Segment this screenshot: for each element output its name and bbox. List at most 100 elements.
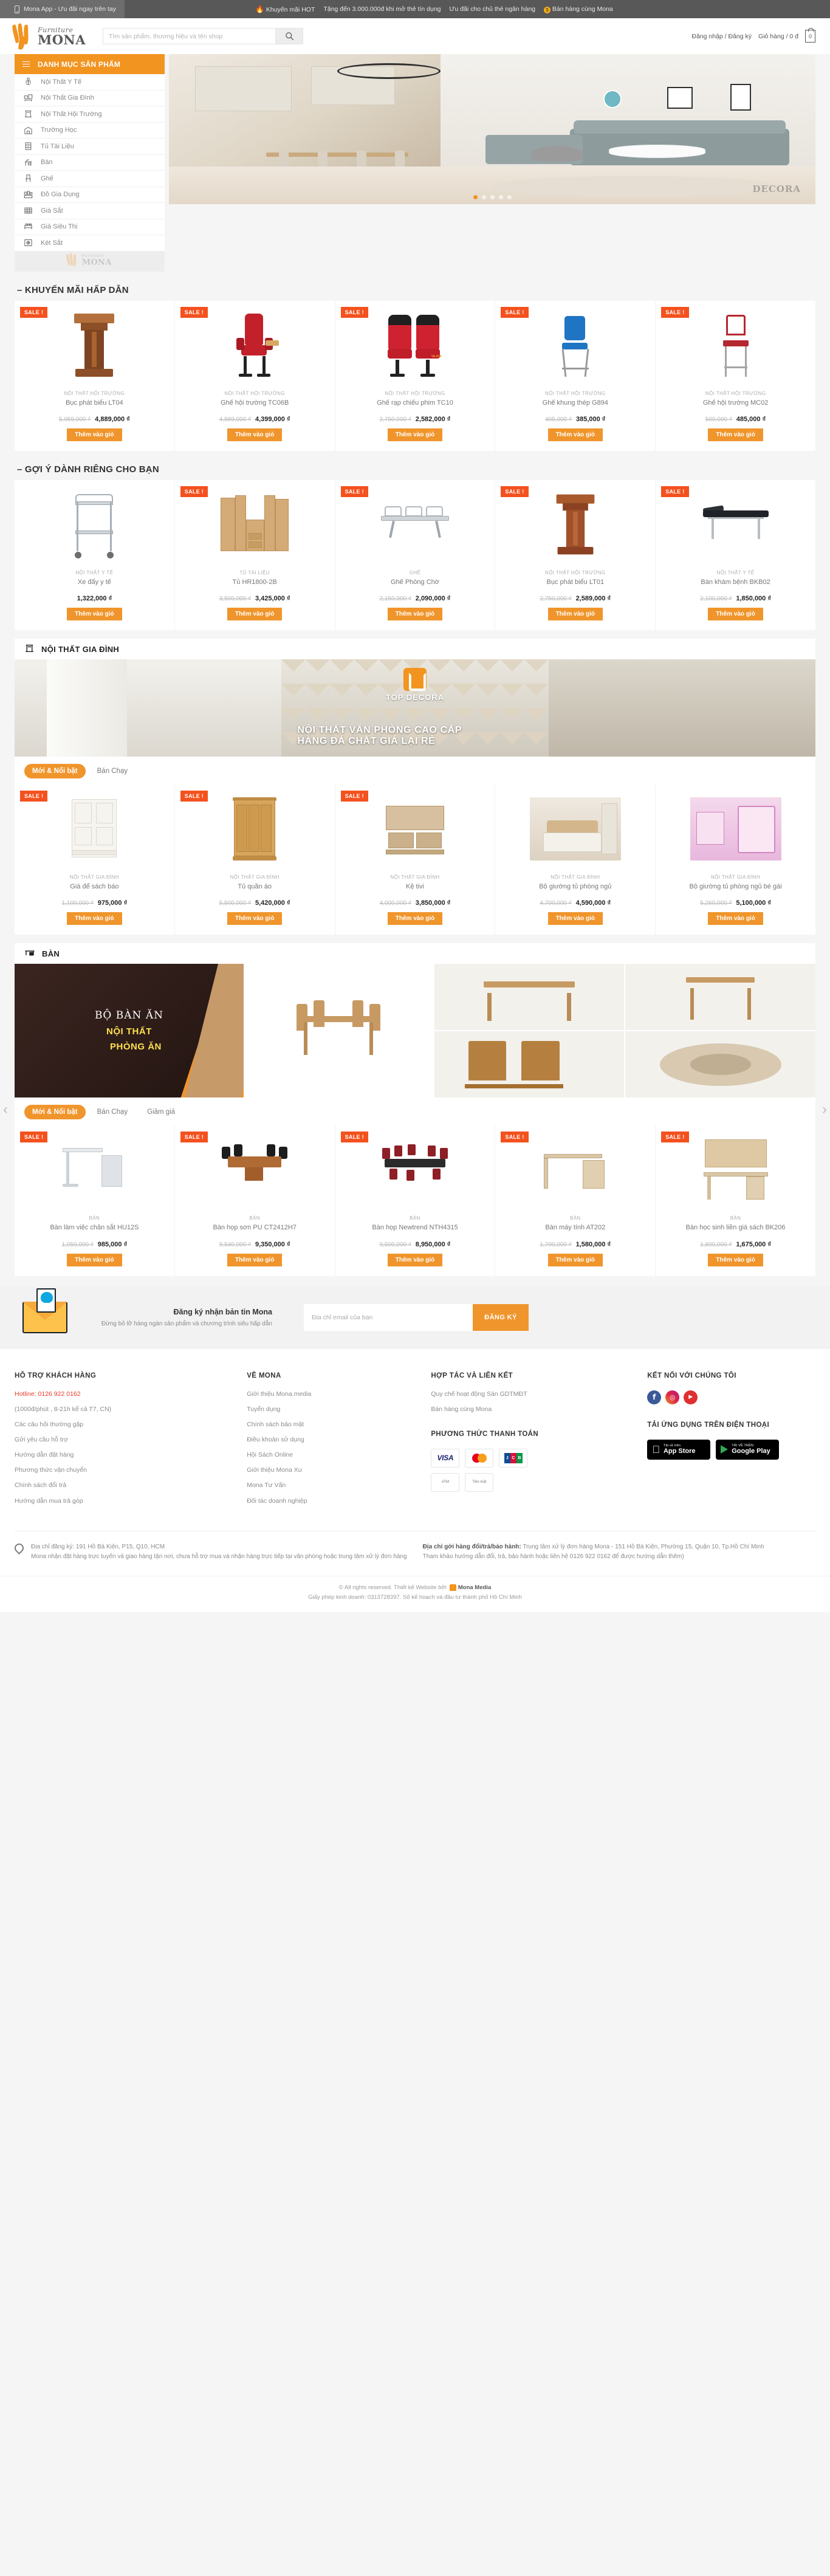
add-to-cart-button[interactable]: Thêm vào giỏ	[387, 912, 443, 926]
tab-ban-chay[interactable]: Bán Chạy	[89, 764, 136, 778]
footer-link[interactable]: Hướng dẫn đặt hàng	[15, 1451, 247, 1459]
add-to-cart-button[interactable]: Thêm vào giỏ	[547, 912, 603, 926]
footer-link[interactable]: Giới thiệu Mona.media	[247, 1390, 431, 1398]
sidebar-item-gia-sieu-thi[interactable]: Giá Siêu Thị	[15, 219, 165, 235]
hero-dot-3[interactable]	[490, 195, 495, 199]
footer-link[interactable]: Phương thức vận chuyển	[15, 1466, 247, 1474]
add-to-cart-button[interactable]: Thêm vào giỏ	[227, 912, 283, 926]
sidebar-item-noi-that-hoi-truong[interactable]: Nội Thất Hội Trường	[15, 106, 165, 123]
footer-hotline[interactable]: Hotline: 0126 922 0162	[15, 1390, 247, 1398]
footer-link[interactable]: Các câu hỏi thường gặp	[15, 1421, 247, 1429]
category-panel-header[interactable]: DANH MỤC SẢN PHẨM	[15, 54, 165, 74]
tab-moi-noi-bat[interactable]: Mới & Nổi bật	[24, 764, 86, 779]
add-to-cart-button[interactable]: Thêm vào giỏ	[708, 1253, 763, 1266]
google-play-button[interactable]: TẢI VỀ TRÊN Google Play	[716, 1439, 780, 1460]
sidebar-item-ban[interactable]: Bàn	[15, 155, 165, 171]
table-banner-row[interactable]: BỘ BÀN ĂN NỘI THẤT PHÒNG ĂN	[15, 964, 815, 1098]
product-card[interactable]: SALE ! BÀN Bàn làm việc chân sắt HU12S 1…	[15, 1125, 175, 1276]
sidebar-item-ket-sat[interactable]: Két Sắt	[15, 235, 165, 252]
product-card[interactable]: NỘI THẤT Y TẾ Xe đẩy y tế 1,322,000 ₫ Th…	[15, 479, 175, 631]
product-card[interactable]: SALE ! NỘI THẤT HỘI TRƯỜNG Bục phát biểu…	[15, 300, 175, 451]
footer-link[interactable]: Điều khoản sử dụng	[247, 1436, 431, 1444]
product-card[interactable]: SALE ! NỘI THẤT HỘI TRƯỜNG Ghế hội trườn…	[656, 301, 815, 451]
cart-badge[interactable]: 0	[805, 28, 815, 43]
product-card[interactable]: SALE ! TỦ TÀI LIỆU Tủ HR1800-2B 3,500,00…	[175, 479, 335, 631]
mona-media-credit[interactable]: Mona Media	[449, 1583, 491, 1593]
footer-link[interactable]: Gửi yêu cầu hỗ trợ	[15, 1436, 247, 1444]
product-card[interactable]: SALE ! NỘI THẤT HỘI TRƯỜNG Ghế hội trườn…	[175, 300, 335, 451]
product-card[interactable]: SALE ! NỘI THẤT GIA ĐÌNH Tủ quần áo 5,50…	[175, 785, 335, 935]
footer-link[interactable]: Quy chế hoạt động Sàn GDTMĐT	[431, 1390, 647, 1398]
sidebar-item-gia-sat[interactable]: Giá Sắt	[15, 203, 165, 219]
add-to-cart-button[interactable]: Thêm vào giỏ	[67, 1253, 122, 1266]
footer-link[interactable]: Bán hàng cùng Mona	[431, 1406, 647, 1413]
footer-link[interactable]: Hướng dẫn mua trả góp	[15, 1497, 247, 1505]
tab-giam-gia[interactable]: Giảm giá	[139, 1105, 183, 1119]
footer-link[interactable]: Giới thiệu Mona Xu	[247, 1466, 431, 1474]
product-card[interactable]: SALE ! GHẾ Ghế Phòng Chờ 2,150,000 ₫ 2,0…	[335, 479, 496, 631]
product-card[interactable]: SALE ! NỘI THẤT GIA ĐÌNH Kệ tivi 4,000,0…	[335, 785, 496, 935]
footer-link[interactable]: Chính sách đổi trả	[15, 1482, 247, 1489]
add-to-cart-button[interactable]: Thêm vào giỏ	[708, 912, 763, 926]
add-to-cart-button[interactable]: Thêm vào giỏ	[67, 912, 122, 926]
app-store-button[interactable]:  Tải về trên App Store	[647, 1439, 711, 1460]
add-to-cart-button[interactable]: Thêm vào giỏ	[67, 428, 122, 441]
add-to-cart-button[interactable]: Thêm vào giỏ	[708, 428, 763, 441]
product-card[interactable]: SALE ! BÀN Bàn họp Newtrend NTH4315 9,50…	[335, 1125, 496, 1276]
add-to-cart-button[interactable]: Thêm vào giỏ	[67, 608, 122, 621]
sidebar-item-noi-that-y-te[interactable]: Nội Thất Y Tế	[15, 74, 165, 91]
hero-dot-2[interactable]	[481, 195, 486, 199]
footer-link[interactable]: Tuyển dụng	[247, 1406, 431, 1413]
search-input[interactable]	[103, 29, 275, 44]
carousel-prev-button[interactable]: ‹	[3, 1102, 8, 1117]
footer-link[interactable]: Mona Tư Vấn	[247, 1482, 431, 1489]
add-to-cart-button[interactable]: Thêm vào giỏ	[708, 608, 763, 621]
promo-link-bank[interactable]: Ưu đãi cho chủ thẻ ngân hàng	[450, 5, 536, 13]
product-card[interactable]: NỘI THẤT GIA ĐÌNH Bộ giường tủ phòng ngủ…	[495, 785, 656, 935]
hero-dot-1[interactable]	[473, 195, 478, 199]
cart-link[interactable]: Giỏ hàng / 0 đ	[758, 33, 798, 40]
promo-link-hot[interactable]: 🔥 Khuyến mãi HOT	[255, 5, 315, 13]
add-to-cart-button[interactable]: Thêm vào giỏ	[227, 428, 283, 441]
add-to-cart-button[interactable]: Thêm vào giỏ	[387, 1253, 443, 1266]
footer-link[interactable]: Chính sách bảo mật	[247, 1421, 431, 1429]
facebook-icon[interactable]: f	[647, 1390, 662, 1404]
add-to-cart-button[interactable]: Thêm vào giỏ	[387, 428, 443, 441]
newsletter-email-input[interactable]	[304, 1303, 473, 1331]
mona-app-link[interactable]: Mona App - Ưu đãi ngay trên tay	[0, 0, 125, 18]
add-to-cart-button[interactable]: Thêm vào giỏ	[387, 608, 443, 621]
promo-link-credit[interactable]: Tặng đến 3.000.000đ khi mở thẻ tín dụng	[323, 5, 441, 13]
site-logo[interactable]: Furniture MONA	[11, 22, 87, 50]
search-button[interactable]	[275, 29, 303, 44]
product-card[interactable]: SALE ! YA-07A NỘI THẤT HỘI TRƯỜNG Ghế rạ…	[335, 300, 496, 451]
tab-ban-chay[interactable]: Bán Chạy	[89, 1105, 136, 1119]
add-to-cart-button[interactable]: Thêm vào giỏ	[547, 1253, 603, 1266]
sidebar-item-noi-that-gia-dinh[interactable]: Nội Thất Gia Đình	[15, 91, 165, 106]
sidebar-item-ghe[interactable]: Ghế	[15, 171, 165, 187]
sidebar-item-truong-hoc[interactable]: Trường Học	[15, 123, 165, 139]
product-card[interactable]: SALE ! NỘI THẤT GIA ĐÌNH Giá để sách báo	[15, 785, 175, 935]
product-card[interactable]: SALE ! BÀN Bàn máy tính AT202 1,700,000 …	[495, 1125, 656, 1276]
hero-slider[interactable]: DECORA	[169, 54, 815, 204]
footer-link[interactable]: Hội Sách Online	[247, 1451, 431, 1459]
add-to-cart-button[interactable]: Thêm vào giỏ	[227, 608, 283, 621]
family-banner[interactable]: TOP DECORA NỘI THẤT VĂN PHÒNG CAO CẤP HÀ…	[15, 659, 815, 757]
sidebar-item-tu-tai-lieu[interactable]: Tủ Tài Liệu	[15, 139, 165, 155]
newsletter-subscribe-button[interactable]: ĐĂNG KÝ	[473, 1303, 529, 1331]
product-card[interactable]: SALE ! BÀN Bàn họp sơn PU CT2412H7 9,540…	[175, 1125, 335, 1276]
add-to-cart-button[interactable]: Thêm vào giỏ	[227, 1253, 283, 1266]
product-card[interactable]: SALE ! NỘI THẤT Y TẾ Bàn khám bệnh BKB02…	[656, 480, 815, 630]
add-to-cart-button[interactable]: Thêm vào giỏ	[547, 428, 603, 441]
footer-link[interactable]: Đối tác doanh nghiệp	[247, 1497, 431, 1505]
tab-moi-noi-bat[interactable]: Mới & Nổi bật	[24, 1105, 86, 1120]
promo-link-sell[interactable]: $ Bán hàng cùng Mona	[544, 5, 613, 13]
add-to-cart-button[interactable]: Thêm vào giỏ	[547, 608, 603, 621]
hero-dot-4[interactable]	[498, 195, 503, 199]
hero-dot-5[interactable]	[507, 195, 512, 199]
instagram-icon[interactable]: ◎	[665, 1390, 680, 1404]
product-card[interactable]: SALE ! NỘI THẤT HỘI TRƯỜNG Bục phát biểu…	[495, 479, 656, 631]
youtube-icon[interactable]: ▶	[684, 1390, 698, 1404]
carousel-next-button[interactable]: ›	[822, 1102, 827, 1117]
product-card[interactable]: SALE ! NỘI THẤT HỘI TRƯỜNG Ghế khung thé…	[495, 300, 656, 451]
sidebar-item-do-gia-dung[interactable]: Đồ Gia Dụng	[15, 187, 165, 203]
